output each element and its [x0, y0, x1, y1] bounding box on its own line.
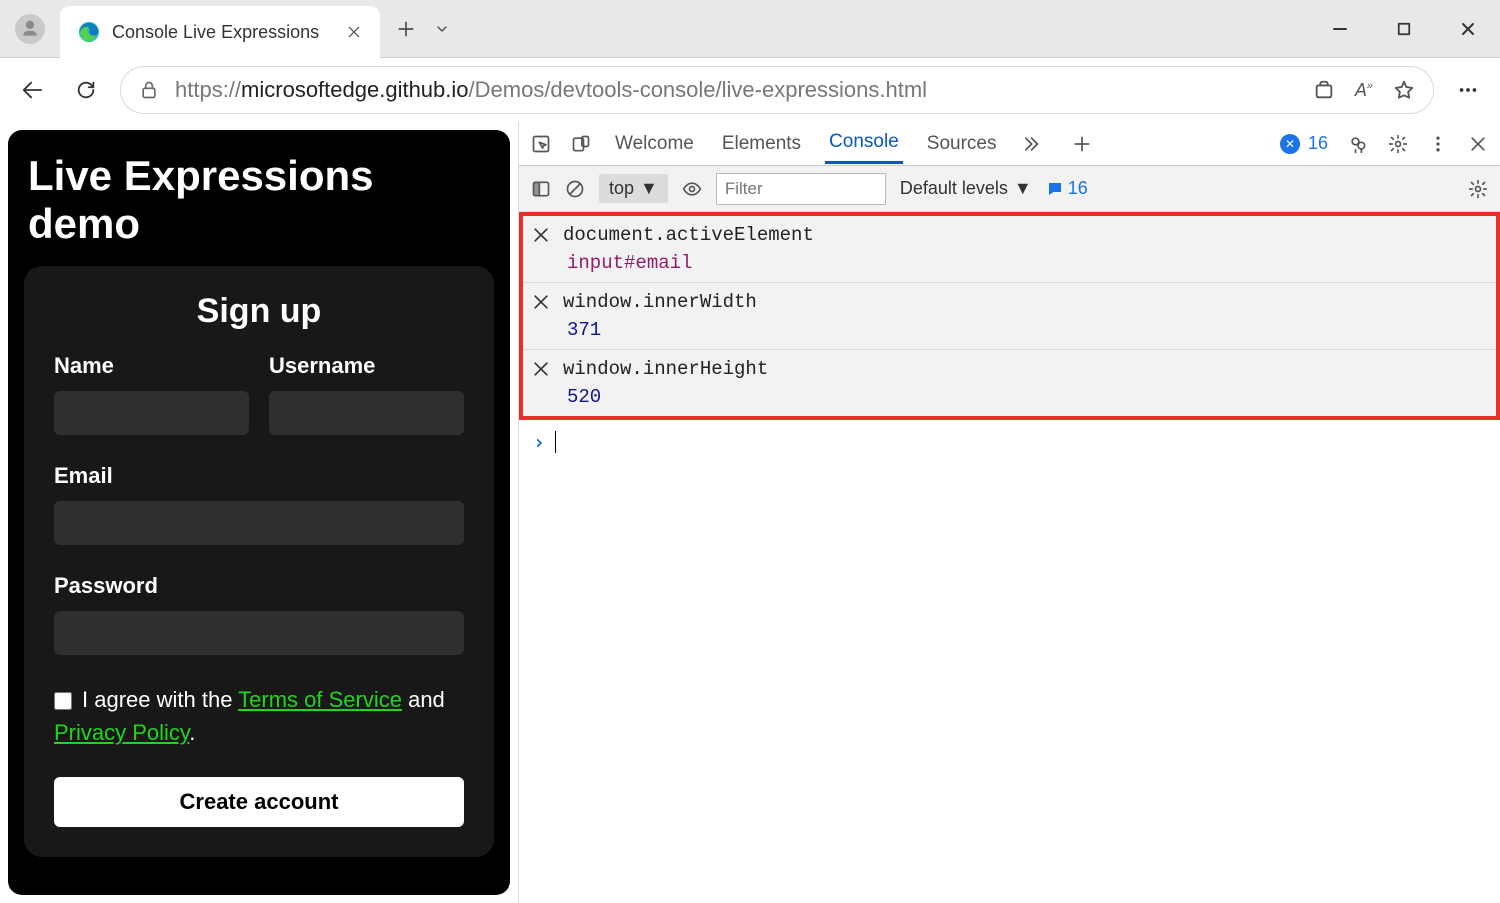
live-expression-row: window.innerHeight 520 [523, 350, 1496, 416]
console-settings-gear-icon[interactable] [1468, 179, 1488, 199]
console-sidebar-toggle-icon[interactable] [531, 179, 551, 199]
edge-favicon-icon [78, 21, 100, 43]
page-viewport: Live Expressions demo Sign up Name Usern… [0, 122, 518, 903]
live-expression-value: input#email [531, 248, 1496, 276]
live-expression-code[interactable]: window.innerHeight [563, 358, 768, 380]
issues-badge-icon: ✕ [1280, 134, 1300, 154]
window-minimize-button[interactable] [1308, 0, 1372, 57]
log-levels-dropdown[interactable]: Default levels▼ [900, 178, 1032, 199]
signup-card: Sign up Name Username Email Pa [24, 266, 494, 857]
form-title: Sign up [54, 292, 464, 331]
tab-title: Console Live Expressions [112, 22, 334, 43]
tab-welcome[interactable]: Welcome [611, 125, 698, 163]
lock-icon [139, 80, 159, 100]
url-text: https://microsoftedge.github.io/Demos/de… [175, 77, 927, 103]
tab-actions-dropdown[interactable] [432, 19, 452, 39]
devtools-menu-icon[interactable] [1428, 134, 1448, 154]
more-tabs-icon[interactable] [1020, 134, 1040, 154]
window-controls [1308, 0, 1500, 57]
feedback-icon[interactable] [1348, 134, 1368, 154]
name-label: Name [54, 353, 249, 379]
new-tab-button[interactable] [394, 17, 418, 41]
clear-console-icon[interactable] [565, 179, 585, 199]
devtools-tabstrip: Welcome Elements Console Sources ✕ 16 [519, 122, 1500, 166]
live-expression-row: document.activeElement input#email [523, 216, 1496, 283]
tab-sources[interactable]: Sources [923, 125, 1001, 163]
tab-elements[interactable]: Elements [718, 125, 805, 163]
filter-input[interactable] [716, 173, 886, 205]
console-prompt[interactable]: › [519, 420, 1500, 464]
prompt-caret [555, 431, 556, 453]
remove-live-expression-icon[interactable] [531, 292, 551, 312]
inspect-element-icon[interactable] [531, 134, 551, 154]
remove-live-expression-icon[interactable] [531, 359, 551, 379]
agree-checkbox[interactable] [54, 692, 72, 710]
more-menu-button[interactable] [1448, 70, 1488, 110]
toolbar: https://microsoftedge.github.io/Demos/de… [0, 58, 1500, 122]
page-heading: Live Expressions demo [24, 146, 494, 266]
prompt-chevron-icon: › [533, 430, 545, 454]
app-shopping-icon[interactable] [1313, 79, 1335, 101]
console-issues-counter[interactable]: 16 [1046, 178, 1088, 199]
window-close-button[interactable] [1436, 0, 1500, 57]
username-label: Username [269, 353, 464, 379]
live-expression-code[interactable]: document.activeElement [563, 224, 814, 246]
read-aloud-icon[interactable]: A» [1355, 80, 1373, 101]
settings-gear-icon[interactable] [1388, 134, 1408, 154]
tab-console[interactable]: Console [825, 123, 903, 164]
favorite-star-icon[interactable] [1393, 79, 1415, 101]
devtools-close-icon[interactable] [1468, 134, 1488, 154]
email-input[interactable] [54, 501, 464, 545]
name-input[interactable] [54, 391, 249, 435]
live-expression-eye-icon[interactable] [682, 179, 702, 199]
remove-live-expression-icon[interactable] [531, 225, 551, 245]
back-button[interactable] [12, 70, 52, 110]
tab-strip-actions [380, 0, 466, 57]
dropdown-caret-icon: ▼ [1014, 178, 1032, 199]
live-expression-code[interactable]: window.innerWidth [563, 291, 757, 313]
create-account-button[interactable]: Create account [54, 777, 464, 827]
add-panel-icon[interactable] [1072, 134, 1092, 154]
context-selector[interactable]: top ▼ [599, 174, 668, 203]
tab-close-icon[interactable] [346, 24, 362, 40]
profile-button[interactable] [0, 0, 60, 57]
content-area: Live Expressions demo Sign up Name Usern… [0, 122, 1500, 903]
live-expression-value: 371 [531, 315, 1496, 343]
tos-link[interactable]: Terms of Service [238, 687, 402, 712]
titlebar: Console Live Expressions [0, 0, 1500, 58]
live-expression-row: window.innerWidth 371 [523, 283, 1496, 350]
address-bar[interactable]: https://microsoftedge.github.io/Demos/de… [120, 66, 1434, 114]
browser-tab[interactable]: Console Live Expressions [60, 6, 380, 58]
privacy-link[interactable]: Privacy Policy [54, 720, 189, 745]
devtools-panel: Welcome Elements Console Sources ✕ 16 to… [518, 122, 1500, 903]
dropdown-caret-icon: ▼ [640, 178, 658, 199]
profile-avatar-icon [15, 14, 45, 44]
issue-bubble-icon [1046, 180, 1064, 198]
issues-counter[interactable]: ✕ 16 [1280, 133, 1328, 154]
password-label: Password [54, 573, 464, 599]
password-input[interactable] [54, 611, 464, 655]
username-input[interactable] [269, 391, 464, 435]
device-toolbar-icon[interactable] [571, 134, 591, 154]
live-expression-value: 520 [531, 382, 1496, 410]
email-label: Email [54, 463, 464, 489]
refresh-button[interactable] [66, 70, 106, 110]
agree-text: I agree with the Terms of Service and Pr… [54, 683, 464, 749]
live-expressions-region: document.activeElement input#email windo… [519, 212, 1500, 420]
window-maximize-button[interactable] [1372, 0, 1436, 57]
console-toolbar: top ▼ Default levels▼ 16 [519, 166, 1500, 212]
